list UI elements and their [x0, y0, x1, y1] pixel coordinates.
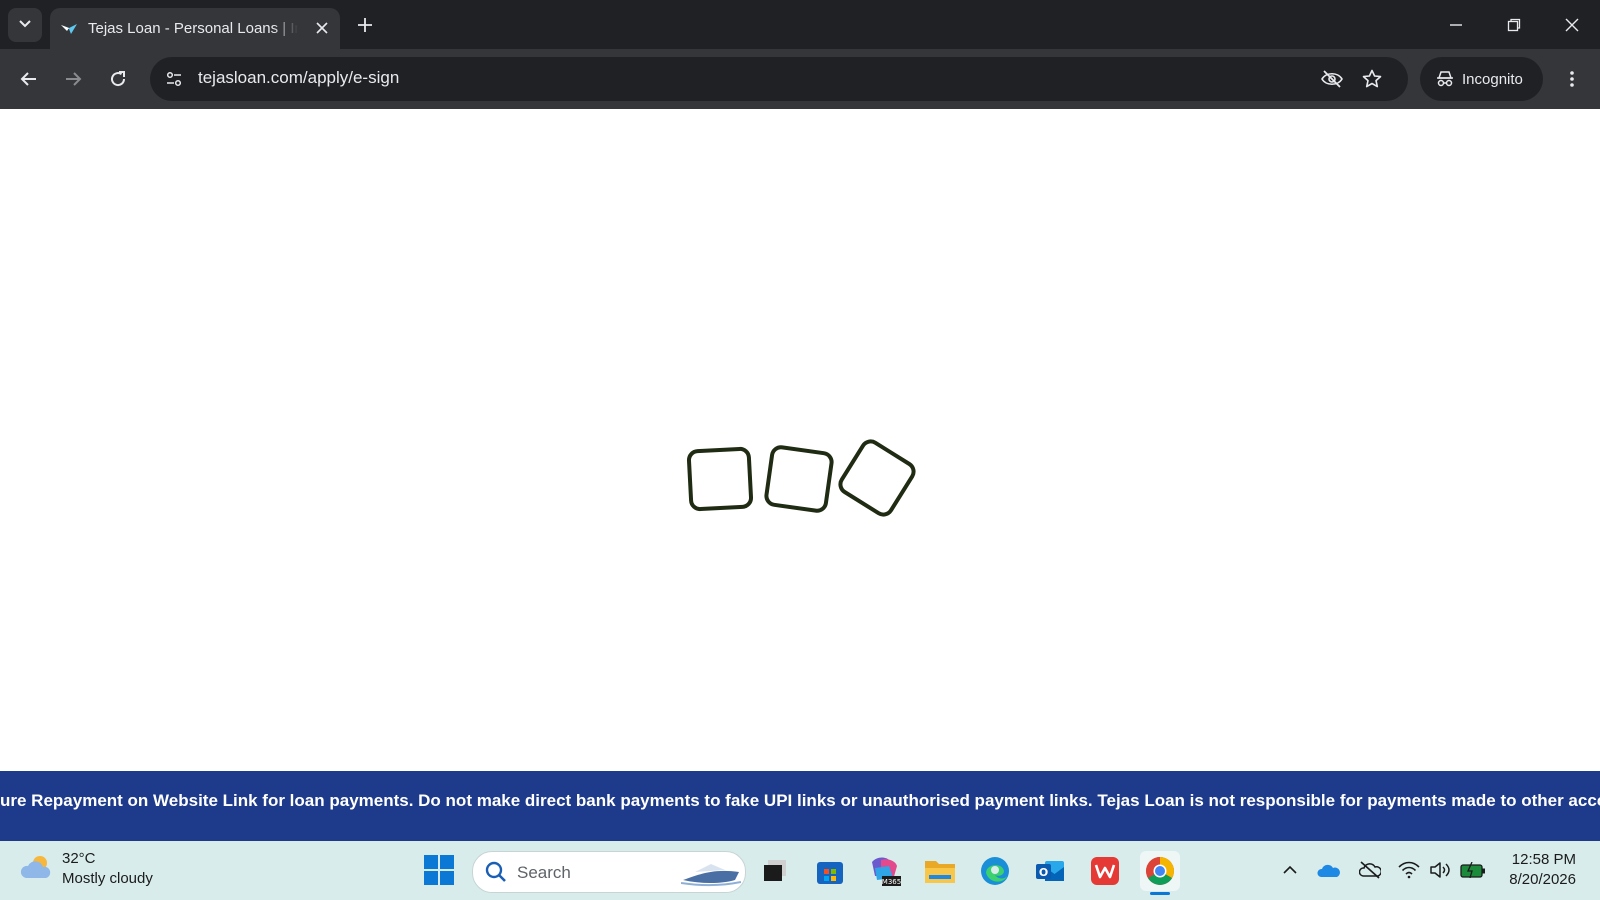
close-icon [316, 22, 328, 34]
task-view-button[interactable] [755, 851, 795, 891]
svg-text:M365: M365 [882, 878, 901, 886]
store-icon [817, 862, 843, 884]
search-icon [485, 861, 507, 888]
file-explorer-app[interactable] [920, 851, 960, 891]
taskbar-search-box[interactable]: Search [472, 851, 746, 893]
chrome-app[interactable] [1140, 851, 1180, 895]
loading-spinner [686, 439, 916, 517]
outlook-app[interactable]: O [1030, 851, 1070, 891]
forward-button[interactable] [55, 61, 91, 97]
clock-date: 8/20/2026 [1509, 871, 1576, 888]
wps-app[interactable] [1085, 851, 1125, 891]
page-content [0, 109, 1600, 771]
site-info-button[interactable] [160, 65, 188, 93]
browser-menu-button[interactable] [1556, 63, 1588, 95]
chevron-up-icon [1283, 865, 1297, 874]
onedrive-icon [1317, 864, 1340, 877]
start-button[interactable] [424, 855, 454, 885]
minimize-button[interactable] [1428, 0, 1484, 49]
windows-start-icon [424, 855, 454, 885]
chrome-icon [1146, 857, 1174, 885]
svg-text:O: O [1039, 866, 1048, 879]
outlook-icon: O [1036, 861, 1064, 881]
loader-square-3 [838, 439, 916, 517]
tab-close-button[interactable] [312, 18, 332, 38]
loader-square-1 [686, 446, 754, 512]
edge-icon [981, 857, 1009, 885]
browser-toolbar: tejasloan.com/apply/e-sign Incognito [0, 49, 1600, 109]
tab-title: Tejas Loan - Personal Loans | Instant Pe… [88, 20, 298, 37]
eye-off-icon[interactable] [1320, 67, 1344, 91]
weather-temp: 32°C [62, 850, 96, 867]
weather-cloud-icon [20, 852, 54, 887]
site-info-icon [166, 71, 182, 87]
battery-tray[interactable] [1460, 857, 1486, 883]
incognito-label: Incognito [1462, 70, 1523, 88]
back-icon [20, 72, 36, 86]
restore-icon [1507, 18, 1521, 31]
favicon-icon [60, 20, 78, 38]
windows-taskbar: 32°C Mostly cloudy Search M365 O 12:58 P… [0, 841, 1600, 900]
edge-app[interactable] [975, 851, 1015, 891]
star-icon[interactable] [1360, 67, 1384, 91]
clock-time: 12:58 PM [1511, 851, 1576, 868]
new-tab-button[interactable] [352, 12, 378, 38]
task-view-icon [764, 860, 786, 881]
forward-icon [66, 72, 82, 86]
incognito-icon [1436, 70, 1454, 88]
browser-tab-active[interactable]: Tejas Loan - Personal Loans | Instant Pe… [50, 8, 340, 49]
search-label: Search [517, 863, 571, 882]
tab-search-button[interactable] [8, 8, 42, 42]
url-text[interactable]: tejasloan.com/apply/e-sign [198, 68, 399, 88]
minimize-icon [1450, 23, 1462, 26]
active-app-indicator [1150, 892, 1170, 895]
restore-button[interactable] [1486, 0, 1542, 49]
reload-icon [111, 71, 126, 87]
payment-warning-banner: ure Repayment on Website Link for loan p… [0, 771, 1600, 841]
wifi-icon [1398, 861, 1420, 879]
weather-widget[interactable]: 32°C Mostly cloudy [20, 849, 153, 889]
plus-icon [358, 18, 372, 32]
sync-off-tray[interactable] [1357, 857, 1383, 883]
wps-icon [1091, 857, 1119, 885]
loader-square-2 [764, 445, 834, 513]
banner-text: ure Repayment on Website Link for loan p… [0, 791, 1600, 810]
search-highlight-image [680, 856, 742, 893]
volume-icon [1430, 862, 1450, 878]
file-explorer-icon [925, 861, 955, 883]
onedrive-tray[interactable] [1316, 857, 1342, 883]
address-bar[interactable]: tejasloan.com/apply/e-sign [150, 57, 1408, 101]
volume-tray[interactable] [1427, 857, 1453, 883]
browser-titlebar: Tejas Loan - Personal Loans | Instant Pe… [0, 0, 1600, 49]
m365-app[interactable]: M365 [865, 851, 905, 891]
weather-desc: Mostly cloudy [62, 870, 153, 887]
battery-icon [1460, 862, 1485, 878]
kebab-menu-icon [1570, 71, 1574, 87]
wifi-tray[interactable] [1396, 857, 1422, 883]
m365-icon: M365 [872, 857, 901, 886]
sync-off-icon [1359, 861, 1381, 879]
show-hidden-icons-button[interactable] [1277, 857, 1303, 883]
taskbar-clock[interactable]: 12:58 PM 8/20/2026 [1494, 850, 1576, 890]
back-button[interactable] [11, 61, 47, 97]
store-app[interactable] [810, 851, 850, 891]
window-close-button[interactable] [1544, 0, 1600, 49]
reload-button[interactable] [100, 61, 136, 97]
incognito-badge[interactable]: Incognito [1420, 57, 1543, 101]
tab-search-icon [18, 16, 32, 35]
window-close-icon [1565, 18, 1579, 31]
